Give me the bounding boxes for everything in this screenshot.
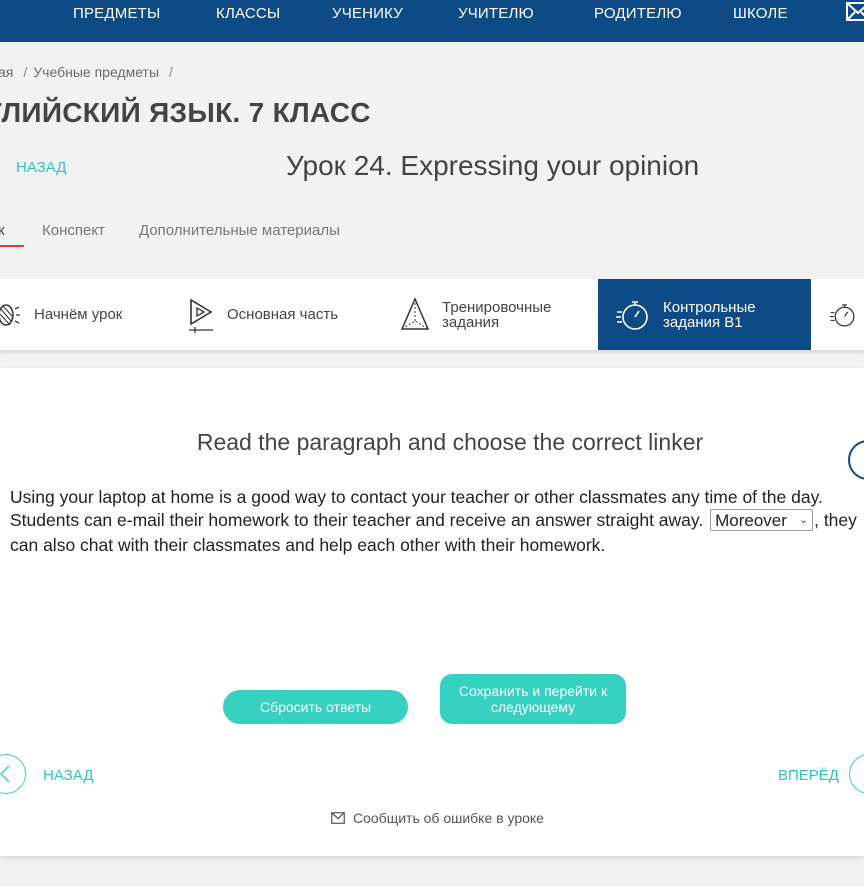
page-title: ГЛИЙСКИЙ ЯЗЫК. 7 КЛАСС	[0, 97, 371, 128]
paragraph-text: , they	[814, 510, 857, 531]
paragraph-line-2: Students can e-mail their homework to th…	[10, 509, 864, 534]
step-label: Контрольные задания B1	[663, 300, 756, 330]
tab-additional-materials[interactable]: Дополнительные материалы	[139, 222, 340, 239]
stopwatch-icon	[829, 303, 855, 327]
breadcrumb-separator: /	[23, 64, 28, 80]
stopwatch-icon	[616, 300, 648, 330]
nav-item-school[interactable]: ШКОЛЕ	[733, 0, 788, 30]
back-button[interactable]: НАЗАД	[43, 767, 93, 784]
tab-summary[interactable]: Конспект	[42, 222, 105, 239]
step-label-line-2: задания B1	[663, 313, 743, 331]
paragraph-text: Students can e-mail their homework to th…	[10, 510, 704, 531]
top-navigation: ПРЕДМЕТЫ КЛАССЫ УЧЕНИКУ УЧИТЕЛЮ РОДИТЕЛЮ…	[0, 0, 864, 42]
nav-item-parent[interactable]: РОДИТЕЛЮ	[594, 0, 682, 30]
step-control-tasks-b1[interactable]: Контрольные задания B1	[598, 279, 811, 350]
lesson-steps: Начнём урок Основная часть Тренировочные…	[0, 279, 864, 350]
nav-item-classes[interactable]: КЛАССЫ	[216, 0, 280, 30]
step-label: Основная часть	[227, 306, 339, 323]
tab-lesson[interactable]: к	[0, 222, 5, 239]
breadcrumb-separator: /	[169, 64, 173, 80]
step-next[interactable]	[829, 279, 864, 350]
report-error-label: Сообщить об ошибке в уроке	[353, 810, 544, 826]
forward-arrow-button[interactable]	[849, 754, 864, 794]
step-label: Начнём урок	[34, 306, 123, 323]
nav-item-student[interactable]: УЧЕНИКУ	[332, 0, 403, 30]
step-label: Тренировочные задания	[442, 300, 551, 330]
pyramid-icon	[400, 296, 430, 330]
step-main-part[interactable]: Основная часть	[187, 279, 377, 350]
chevron-left-icon	[0, 765, 10, 783]
save-and-next-button[interactable]: Сохранить и перейти к следующему	[440, 674, 626, 724]
breadcrumb: ая / Учебные предметы /	[0, 64, 179, 80]
bulb-icon	[0, 303, 20, 326]
reset-answers-button[interactable]: Сбросить ответы	[223, 690, 408, 724]
chevron-down-icon: ⌄	[798, 513, 809, 526]
play-icon	[189, 298, 213, 333]
linker-select[interactable]: Moreover ⌄	[710, 509, 814, 531]
report-error-link[interactable]: Сообщить об ошибке в уроке	[331, 810, 544, 826]
breadcrumb-item-home[interactable]: ая	[0, 64, 13, 80]
tab-active-indicator	[0, 245, 24, 247]
linker-select-value: Moreover	[715, 510, 787, 530]
step-start-lesson[interactable]: Начнём урок	[0, 279, 164, 350]
nav-item-teacher[interactable]: УЧИТЕЛЮ	[458, 0, 534, 30]
lesson-title: Урок 24. Expressing your opinion	[286, 150, 700, 181]
task-paragraph: Using your laptop at home is a good way …	[10, 486, 864, 557]
breadcrumb-item-subjects[interactable]: Учебные предметы	[33, 64, 159, 80]
forward-button[interactable]: ВПЕРЁД	[778, 767, 839, 784]
paragraph-line-1: Using your laptop at home is a good way …	[10, 487, 823, 507]
back-arrow-button[interactable]	[0, 754, 26, 794]
paragraph-line-3: can also chat with their classmates and …	[10, 535, 606, 555]
step-training-tasks[interactable]: Тренировочные задания	[400, 279, 590, 350]
step-label-line-2: задания	[442, 313, 500, 331]
task-title: Read the paragraph and choose the correc…	[196, 429, 704, 455]
mail-icon[interactable]	[845, 0, 864, 24]
nav-item-subjects[interactable]: ПРЕДМЕТЫ	[73, 0, 161, 30]
back-link[interactable]: НАЗАД	[16, 159, 66, 176]
envelope-icon	[331, 812, 345, 824]
chevron-right-icon	[849, 754, 864, 794]
